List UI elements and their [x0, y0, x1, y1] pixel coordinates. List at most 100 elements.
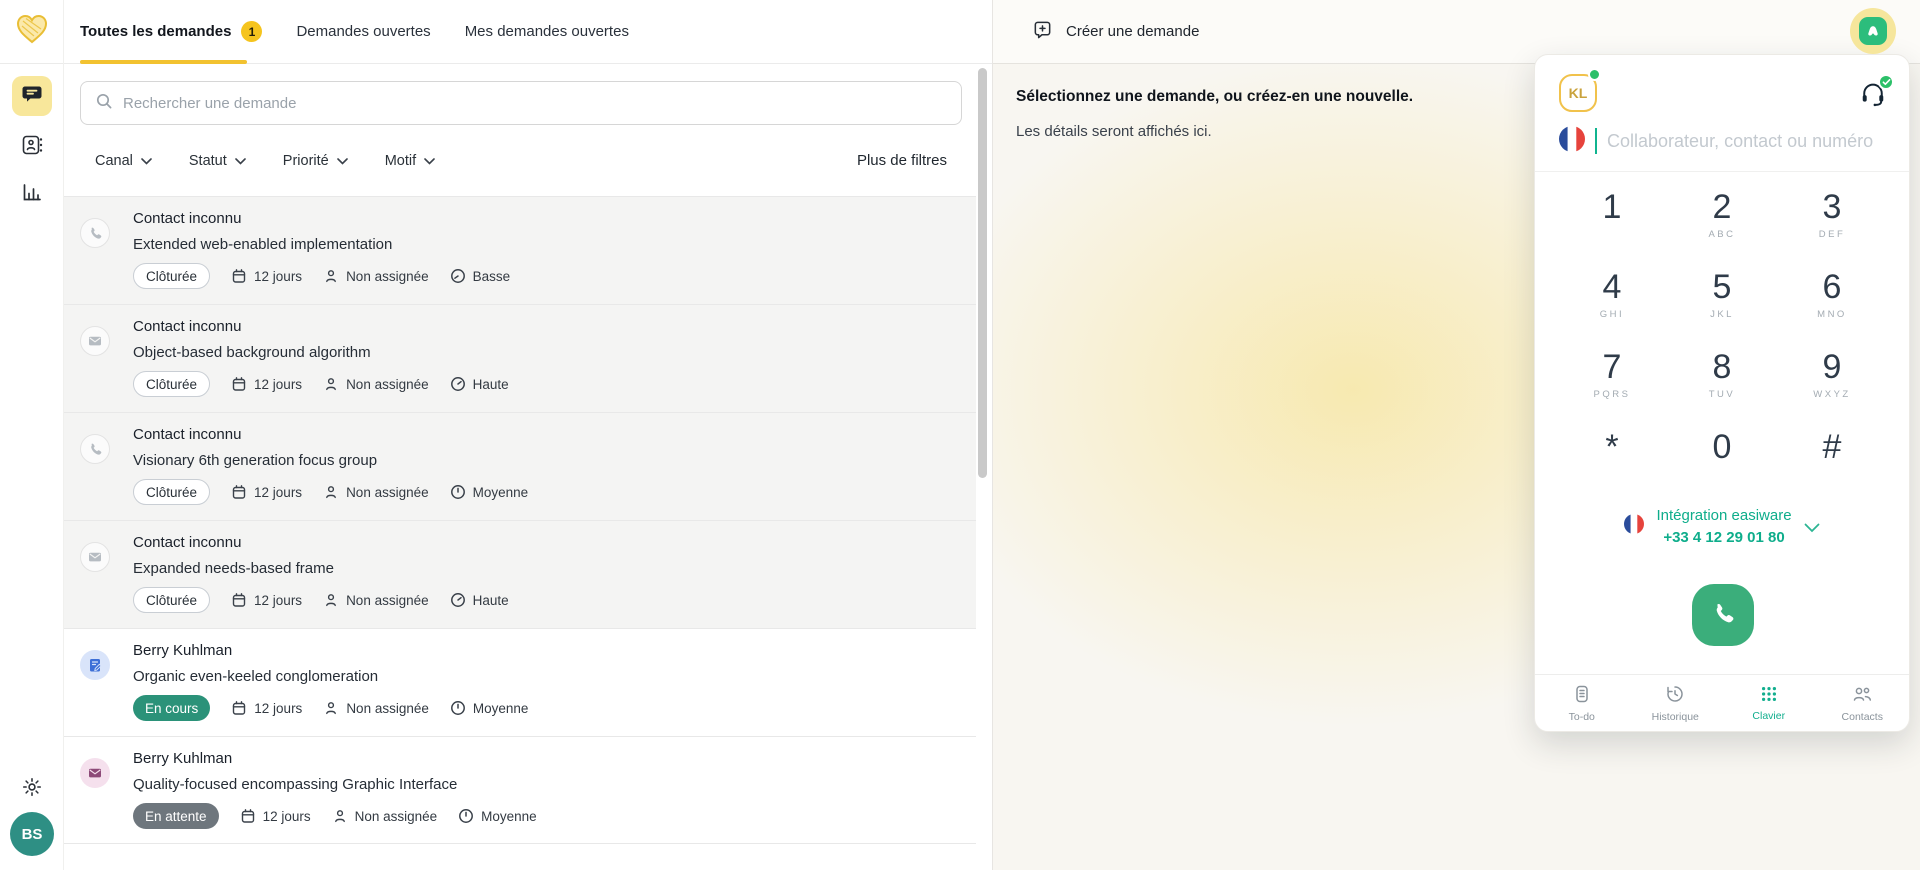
dialer-tab-history[interactable]: Historique — [1629, 675, 1723, 731]
person-icon — [323, 592, 339, 608]
ticket-meta: Clôturée 12 jours Non assignée Haute — [133, 371, 509, 397]
filter-priorite[interactable]: Priorité — [283, 153, 348, 169]
available-check-badge — [1878, 74, 1894, 90]
table-row[interactable]: Contact inconnu Extended web-enabled imp… — [64, 196, 976, 304]
ticket-priority-label: Haute — [473, 377, 509, 392]
tab-label: Demandes ouvertes — [296, 23, 430, 40]
keypad-key-star[interactable]: * — [1557, 425, 1667, 505]
ticket-age: 12 jours — [231, 484, 302, 500]
filter-statut[interactable]: Statut — [189, 153, 246, 169]
keypad-key-0[interactable]: 0 — [1667, 425, 1777, 505]
keypad-key-2[interactable]: 2ABC — [1667, 185, 1777, 265]
ticket-assignee-label: Non assignée — [346, 593, 429, 608]
call-button[interactable] — [1692, 584, 1754, 646]
ticket-age-label: 12 jours — [263, 809, 311, 824]
ticket-assignee: Non assignée — [323, 376, 429, 392]
user-initials: BS — [22, 826, 43, 843]
filter-canal[interactable]: Canal — [95, 153, 152, 169]
email-channel-icon — [80, 326, 110, 356]
dialer-tab-label: To-do — [1569, 711, 1595, 723]
dialer-tab-label: Clavier — [1752, 710, 1785, 722]
ticket-age: 12 jours — [231, 700, 302, 716]
tab-open-requests[interactable]: Demandes ouvertes — [296, 23, 430, 40]
keypad-key-4[interactable]: 4GHI — [1557, 265, 1667, 345]
search-input[interactable] — [123, 95, 947, 112]
table-row[interactable]: Contact inconnu Object-based background … — [64, 304, 976, 412]
line-number: +33 4 12 29 01 80 — [1656, 529, 1791, 546]
person-icon — [323, 700, 339, 716]
keypad-key-6[interactable]: 6MNO — [1777, 265, 1887, 345]
ticket-subject: Expanded needs-based frame — [133, 560, 509, 577]
settings-gear-button[interactable] — [21, 776, 43, 798]
ticket-priority-label: Moyenne — [473, 485, 529, 500]
person-icon — [323, 268, 339, 284]
ticket-assignee: Non assignée — [323, 700, 429, 716]
ticket-meta: En attente 12 jours Non assignée Moyenne — [133, 803, 537, 829]
calendar-icon — [231, 268, 247, 284]
ticket-rows: Contact inconnu Extended web-enabled imp… — [64, 196, 976, 844]
filter-motif[interactable]: Motif — [385, 153, 435, 169]
ticket-age-label: 12 jours — [254, 701, 302, 716]
keypad-key-hash[interactable]: # — [1777, 425, 1887, 505]
create-request-button[interactable]: Créer une demande — [1032, 19, 1199, 45]
text-caret — [1595, 128, 1597, 154]
app-root: BS Toutes les demandes 1 Demandes ouvert… — [0, 0, 1920, 870]
ticket-text: Berry Kuhlman Quality-focused encompassi… — [133, 737, 537, 843]
chevron-down-icon — [235, 158, 246, 165]
sidebar-item-requests[interactable] — [12, 76, 52, 116]
keypad-key-8[interactable]: 8TUV — [1667, 345, 1777, 425]
ticket-contact: Berry Kuhlman — [133, 642, 528, 659]
tab-label: Toutes les demandes — [80, 23, 231, 40]
agent-initials: KL — [1569, 85, 1588, 101]
ticket-assignee-label: Non assignée — [346, 701, 429, 716]
ticket-priority-label: Moyenne — [481, 809, 537, 824]
keypad-key-1[interactable]: 1 — [1557, 185, 1667, 265]
dialer-search-input[interactable] — [1607, 131, 1885, 152]
ticket-priority: Haute — [450, 592, 509, 608]
sidebar-item-statistics[interactable] — [12, 174, 52, 214]
dialer-tab-keypad[interactable]: Clavier — [1722, 675, 1816, 731]
ticket-age-label: 12 jours — [254, 377, 302, 392]
chevron-down-icon — [1804, 520, 1820, 538]
tab-my-open-requests[interactable]: Mes demandes ouvertes — [465, 23, 629, 40]
chevron-down-icon — [424, 158, 435, 165]
dialer-tab-label: Contacts — [1842, 711, 1883, 723]
dialer-tab-contacts[interactable]: Contacts — [1816, 675, 1910, 731]
more-filters-link[interactable]: Plus de filtres — [857, 152, 947, 169]
dialer-tab-todo[interactable]: To-do — [1535, 675, 1629, 731]
line-selector[interactable]: Intégration easiware +33 4 12 29 01 80 — [1535, 507, 1909, 546]
search-bar — [80, 81, 962, 125]
ticket-subject: Extended web-enabled implementation — [133, 236, 510, 253]
ticket-assignee: Non assignée — [323, 484, 429, 500]
filter-bar: Canal Statut Priorité Motif Plus de filt… — [64, 125, 992, 196]
sidebar-item-contacts[interactable] — [12, 127, 52, 167]
table-row[interactable]: Berry Kuhlman Quality-focused encompassi… — [64, 736, 976, 844]
easiware-heart-logo-icon — [14, 12, 50, 51]
filter-label: Priorité — [283, 153, 329, 169]
keypad-key-3[interactable]: 3DEF — [1777, 185, 1887, 265]
status-badge: En attente — [133, 803, 219, 829]
person-icon — [323, 484, 339, 500]
list-scrollbar[interactable] — [978, 68, 987, 478]
phone-channel-icon — [80, 434, 110, 464]
table-row[interactable]: Contact inconnu Visionary 6th generation… — [64, 412, 976, 520]
dialer-tab-bar: To-do Historique Clavier Contacts — [1535, 674, 1909, 731]
keypad-key-7[interactable]: 7PQRS — [1557, 345, 1667, 425]
contact-card-icon — [20, 133, 44, 162]
keypad-key-9[interactable]: 9WXYZ — [1777, 345, 1887, 425]
ticket-contact: Contact inconnu — [133, 426, 528, 443]
dialer-search-row — [1559, 121, 1885, 161]
aircall-logo-icon — [1859, 17, 1887, 45]
tab-all-requests[interactable]: Toutes les demandes 1 — [80, 21, 262, 42]
list-tab-bar: Toutes les demandes 1 Demandes ouvertes … — [64, 0, 992, 64]
tab-count-badge: 1 — [241, 21, 262, 42]
table-row[interactable]: Contact inconnu Expanded needs-based fra… — [64, 520, 976, 628]
aircall-app-avatar[interactable] — [1850, 8, 1896, 54]
keypad-key-5[interactable]: 5JKL — [1667, 265, 1777, 345]
ticket-priority: Haute — [450, 376, 509, 392]
user-avatar[interactable]: BS — [10, 812, 54, 856]
keypad-icon — [1760, 685, 1778, 706]
ticket-age: 12 jours — [231, 592, 302, 608]
table-row[interactable]: Berry Kuhlman Organic even-keeled conglo… — [64, 628, 976, 736]
gear-icon — [21, 785, 43, 802]
